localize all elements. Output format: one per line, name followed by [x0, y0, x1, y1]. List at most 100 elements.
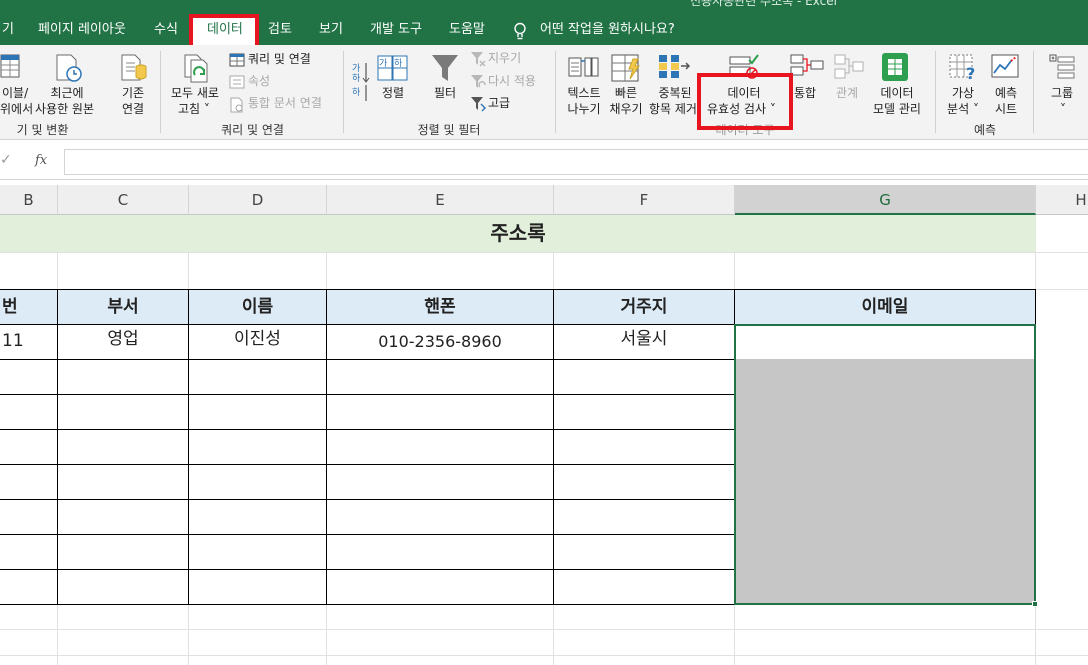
- table-cell[interactable]: [188, 464, 327, 500]
- table-cell[interactable]: [188, 499, 327, 535]
- cell-no-row-1[interactable]: 11: [0, 324, 58, 360]
- table-cell[interactable]: [0, 394, 58, 430]
- tab-developer[interactable]: 개발 도구: [370, 14, 422, 45]
- tab-review[interactable]: 검토: [268, 14, 292, 45]
- tab-page-layout[interactable]: 페이지 레이아웃: [38, 14, 126, 45]
- table-cell[interactable]: [734, 534, 1036, 570]
- header-cell-dept[interactable]: 부서: [57, 289, 189, 325]
- table-cell[interactable]: [57, 464, 189, 500]
- consolidate-button[interactable]: 통합: [794, 86, 816, 101]
- header-cell-address[interactable]: 거주지: [553, 289, 735, 325]
- data-validation-label-2[interactable]: 유효성 검사 ˅: [707, 102, 776, 117]
- cell-name-row-1[interactable]: 이진성: [188, 324, 327, 360]
- table-cell[interactable]: [326, 464, 554, 500]
- data-model-label-2[interactable]: 모델 관리: [868, 102, 926, 117]
- table-cell[interactable]: [0, 464, 58, 500]
- properties-button[interactable]: 속성: [248, 74, 270, 89]
- tab-data[interactable]: 데이터: [193, 14, 257, 45]
- refresh-all-label-2[interactable]: 고침 ˅: [178, 102, 210, 117]
- data-model-label-1[interactable]: 데이터: [876, 86, 918, 101]
- table-cell[interactable]: [188, 359, 327, 395]
- table-cell[interactable]: [188, 429, 327, 465]
- table-cell[interactable]: [734, 499, 1036, 535]
- relationships-button[interactable]: 관계: [836, 86, 858, 101]
- table-cell[interactable]: [553, 359, 735, 395]
- table-cell[interactable]: [57, 359, 189, 395]
- table-cell[interactable]: [57, 534, 189, 570]
- table-cell[interactable]: [188, 569, 327, 605]
- edit-links-button[interactable]: 통합 문서 연결: [248, 96, 322, 111]
- table-cell[interactable]: [57, 429, 189, 465]
- flash-fill-label-1[interactable]: 빠른: [607, 86, 645, 101]
- existing-connections-label-1[interactable]: 기존: [118, 86, 148, 101]
- table-cell[interactable]: [326, 429, 554, 465]
- advanced-button[interactable]: 고급: [488, 96, 510, 111]
- tab-home[interactable]: 기: [2, 14, 14, 45]
- table-cell[interactable]: [0, 429, 58, 465]
- reapply-button[interactable]: 다시 적용: [488, 74, 536, 89]
- flash-fill-label-2[interactable]: 채우기: [607, 102, 645, 117]
- table-cell[interactable]: [553, 499, 735, 535]
- column-header-e[interactable]: E: [327, 185, 554, 215]
- header-cell-email[interactable]: 이메일: [734, 289, 1036, 325]
- header-cell-no[interactable]: 번: [0, 289, 58, 325]
- table-cell[interactable]: [326, 394, 554, 430]
- table-cell[interactable]: [734, 464, 1036, 500]
- remove-duplicates-label-2[interactable]: 항목 제거: [649, 102, 697, 117]
- table-cell[interactable]: [734, 394, 1036, 430]
- column-header-b[interactable]: B: [0, 185, 58, 215]
- cell-phone-row-1[interactable]: 010-2356-8960: [326, 324, 554, 360]
- table-cell[interactable]: [553, 569, 735, 605]
- column-header-g[interactable]: G: [735, 185, 1036, 215]
- from-table-label-2[interactable]: 위에서: [0, 102, 33, 117]
- table-cell[interactable]: [0, 499, 58, 535]
- table-cell[interactable]: [734, 569, 1036, 605]
- table-cell[interactable]: [326, 534, 554, 570]
- formula-input[interactable]: [64, 149, 1088, 175]
- group-label-2[interactable]: ˅: [1060, 102, 1066, 117]
- data-validation-label-1[interactable]: 데이터: [722, 86, 766, 101]
- table-cell[interactable]: [553, 534, 735, 570]
- text-to-columns-label-1[interactable]: 텍스트: [563, 86, 605, 101]
- group-label-1[interactable]: 그룹: [1051, 86, 1073, 101]
- tab-help[interactable]: 도움말: [449, 14, 485, 45]
- table-cell[interactable]: [57, 394, 189, 430]
- cell-email-row-1[interactable]: [734, 324, 1036, 360]
- forecast-sheet-label-1[interactable]: 예측: [986, 86, 1026, 101]
- from-table-label-1[interactable]: 이블/: [2, 86, 28, 101]
- table-cell[interactable]: [326, 569, 554, 605]
- fill-handle[interactable]: [1032, 601, 1038, 607]
- table-cell[interactable]: [0, 359, 58, 395]
- table-cell[interactable]: [326, 499, 554, 535]
- filter-button[interactable]: 필터: [428, 86, 462, 101]
- text-to-columns-label-2[interactable]: 나누기: [563, 102, 605, 117]
- sort-button[interactable]: 정렬: [376, 86, 410, 101]
- check-icon[interactable]: ✓: [0, 152, 12, 168]
- table-cell[interactable]: [553, 394, 735, 430]
- clear-button[interactable]: 지우기: [488, 51, 521, 66]
- recent-sources-label-2[interactable]: 사용한 원본: [35, 102, 94, 117]
- what-if-label-2[interactable]: 분석 ˅: [940, 102, 986, 117]
- table-cell[interactable]: [188, 394, 327, 430]
- tab-formulas[interactable]: 수식: [154, 14, 178, 45]
- fx-icon[interactable]: fx: [35, 153, 47, 168]
- table-cell[interactable]: [0, 569, 58, 605]
- column-header-d[interactable]: D: [189, 185, 327, 215]
- table-cell[interactable]: [0, 534, 58, 570]
- cell-address-row-1[interactable]: 서울시: [553, 324, 735, 360]
- table-cell[interactable]: [734, 359, 1036, 395]
- table-cell[interactable]: [553, 464, 735, 500]
- column-header-f[interactable]: F: [554, 185, 735, 215]
- recent-sources-label-1[interactable]: 최근에: [49, 86, 85, 101]
- tab-view[interactable]: 보기: [319, 14, 343, 45]
- table-cell[interactable]: [57, 569, 189, 605]
- tell-me-search[interactable]: 어떤 작업을 원하시나요?: [540, 14, 675, 45]
- forecast-sheet-label-2[interactable]: 시트: [986, 102, 1026, 117]
- remove-duplicates-label-1[interactable]: 중복된: [655, 86, 695, 101]
- cell-dept-row-1[interactable]: 영업: [57, 324, 189, 360]
- existing-connections-label-2[interactable]: 연결: [118, 102, 148, 117]
- table-cell[interactable]: [188, 534, 327, 570]
- column-header-h[interactable]: H: [1036, 185, 1088, 215]
- what-if-label-1[interactable]: 가상: [944, 86, 982, 101]
- table-cell[interactable]: [326, 359, 554, 395]
